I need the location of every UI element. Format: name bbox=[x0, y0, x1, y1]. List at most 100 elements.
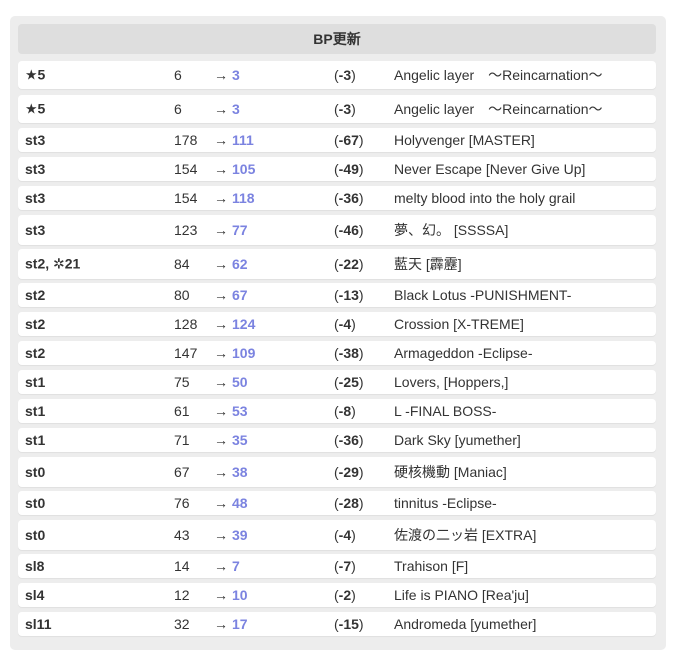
bp-diff-cell: (-28) bbox=[334, 495, 364, 511]
song-title-cell: Andromeda [yumether] bbox=[394, 616, 537, 632]
bp-diff-value: -3 bbox=[338, 67, 352, 83]
bp-diff-value: -67 bbox=[338, 132, 359, 148]
arrow-icon: → bbox=[214, 558, 228, 574]
bp-diff-value: -28 bbox=[338, 495, 359, 511]
arrow-icon: → bbox=[214, 374, 228, 390]
arrow-icon: → bbox=[214, 256, 228, 272]
new-bp-cell: 118 bbox=[232, 190, 255, 206]
table-row: st0 76 → 48 (-28) tinnitus -Eclipse- bbox=[18, 491, 656, 515]
bp-diff-value: -4 bbox=[338, 316, 352, 332]
song-title-cell: Angelic layer 〜Reincarnation〜 bbox=[394, 101, 603, 117]
level-cell: st2 bbox=[25, 316, 46, 332]
bp-diff-value: -15 bbox=[338, 616, 359, 632]
level-cell: st1 bbox=[25, 374, 46, 390]
bp-diff-value: -38 bbox=[338, 345, 359, 361]
song-title-cell: Armageddon -Eclipse- bbox=[394, 345, 533, 361]
bp-diff-cell: (-29) bbox=[334, 464, 364, 480]
bp-diff-value: -49 bbox=[338, 161, 359, 177]
table-row: ★5 6 → 3 (-3) Angelic layer 〜Reincarnation〜 bbox=[18, 95, 656, 123]
new-bp-cell: 10 bbox=[232, 587, 248, 603]
bp-diff-value: -4 bbox=[338, 527, 352, 543]
bp-diff-cell: (-3) bbox=[334, 101, 356, 117]
bp-diff-cell: (-13) bbox=[334, 287, 364, 303]
table-row: st2 128 → 124 (-4) Crossion [X-TREME] bbox=[18, 312, 656, 336]
song-title-cell: melty blood into the holy grail bbox=[394, 190, 576, 206]
old-bp-cell: 14 bbox=[174, 558, 190, 574]
old-bp-cell: 178 bbox=[174, 132, 198, 148]
arrow-icon: → bbox=[214, 287, 228, 303]
bp-diff-cell: (-4) bbox=[334, 316, 356, 332]
bp-diff-cell: (-15) bbox=[334, 616, 364, 632]
arrow-icon: → bbox=[214, 222, 228, 238]
song-title-cell: Trahison [F] bbox=[394, 558, 469, 574]
bp-diff-cell: (-4) bbox=[334, 527, 356, 543]
bp-diff-cell: (-8) bbox=[334, 403, 356, 419]
header-title: BP更新 bbox=[313, 31, 361, 47]
bp-diff-value: -46 bbox=[338, 222, 359, 238]
song-title-cell: Dark Sky [yumether] bbox=[394, 432, 521, 448]
old-bp-cell: 43 bbox=[174, 527, 190, 543]
table-row: sl4 12 → 10 (-2) Life is PIANO [Rea'ju] bbox=[18, 583, 656, 607]
new-bp-cell: 3 bbox=[232, 67, 240, 83]
level-cell: st3 bbox=[25, 222, 46, 238]
song-title-cell: Lovers, [Hoppers,] bbox=[394, 374, 509, 390]
old-bp-cell: 154 bbox=[174, 161, 198, 177]
bp-diff-cell: (-38) bbox=[334, 345, 364, 361]
bp-diff-cell: (-46) bbox=[334, 222, 364, 238]
level-cell: st1 bbox=[25, 432, 46, 448]
table-row: st2, ✲21 84 → 62 (-22) 藍天 [霹靂] bbox=[18, 249, 656, 279]
bp-diff-cell: (-3) bbox=[334, 67, 356, 83]
bp-diff-value: -7 bbox=[338, 558, 352, 574]
arrow-icon: → bbox=[214, 345, 228, 361]
bp-diff-cell: (-25) bbox=[334, 374, 364, 390]
bp-diff-cell: (-36) bbox=[334, 190, 364, 206]
arrow-icon: → bbox=[214, 132, 228, 148]
level-cell: ★5 bbox=[25, 66, 46, 83]
bp-diff-cell: (-49) bbox=[334, 161, 364, 177]
new-bp-cell: 38 bbox=[232, 464, 248, 480]
arrow-icon: → bbox=[214, 432, 228, 448]
song-title-cell: 佐渡の二ッ岩 [EXTRA] bbox=[394, 527, 537, 543]
old-bp-cell: 71 bbox=[174, 432, 190, 448]
table-row: st2 80 → 67 (-13) Black Lotus -PUNISHMENT- bbox=[18, 283, 656, 307]
new-bp-cell: 50 bbox=[232, 374, 248, 390]
arrow-icon: → bbox=[214, 190, 228, 206]
old-bp-cell: 128 bbox=[174, 316, 198, 332]
level-cell: sl11 bbox=[25, 616, 52, 632]
song-title-cell: Crossion [X-TREME] bbox=[394, 316, 524, 332]
bp-diff-value: -25 bbox=[338, 374, 359, 390]
arrow-icon: → bbox=[214, 527, 228, 543]
table-row: st1 61 → 53 (-8) L -FINAL BOSS- bbox=[18, 399, 656, 423]
old-bp-cell: 75 bbox=[174, 374, 190, 390]
bp-diff-value: -8 bbox=[338, 403, 352, 419]
old-bp-cell: 76 bbox=[174, 495, 190, 511]
new-bp-cell: 48 bbox=[232, 495, 248, 511]
level-cell: sl8 bbox=[25, 558, 45, 574]
table-row: st3 154 → 105 (-49) Never Escape [Never Give … bbox=[18, 157, 656, 181]
new-bp-cell: 77 bbox=[232, 222, 248, 238]
song-title-cell: tinnitus -Eclipse- bbox=[394, 495, 497, 511]
new-bp-cell: 109 bbox=[232, 345, 256, 361]
bp-diff-value: -36 bbox=[338, 432, 359, 448]
song-title-cell: L -FINAL BOSS- bbox=[394, 403, 497, 419]
new-bp-cell: 17 bbox=[232, 616, 248, 632]
arrow-icon: → bbox=[214, 316, 228, 332]
table-row: st3 178 → 111 (-67) Holyvenger [MASTER] bbox=[18, 128, 656, 152]
table-row: st1 75 → 50 (-25) Lovers, [Hoppers,] bbox=[18, 370, 656, 394]
new-bp-cell: 62 bbox=[232, 256, 248, 272]
table-row: st0 43 → 39 (-4) 佐渡の二ッ岩 [EXTRA] bbox=[18, 520, 656, 550]
arrow-icon: → bbox=[214, 616, 228, 632]
arrow-icon: → bbox=[214, 67, 228, 83]
bp-diff-value: -29 bbox=[338, 464, 359, 480]
table-row: st3 154 → 118 (-36) melty blood into the holy… bbox=[18, 186, 656, 210]
new-bp-cell: 67 bbox=[232, 287, 248, 303]
new-bp-cell: 105 bbox=[232, 161, 256, 177]
old-bp-cell: 80 bbox=[174, 287, 190, 303]
arrow-icon: → bbox=[214, 101, 228, 117]
bp-diff-cell: (-2) bbox=[334, 587, 356, 603]
level-cell: st3 bbox=[25, 161, 46, 177]
bp-diff-value: -13 bbox=[338, 287, 359, 303]
song-title-cell: 硬核機動 [Maniac] bbox=[394, 464, 507, 480]
old-bp-cell: 147 bbox=[174, 345, 198, 361]
level-cell: ★5 bbox=[25, 100, 46, 117]
